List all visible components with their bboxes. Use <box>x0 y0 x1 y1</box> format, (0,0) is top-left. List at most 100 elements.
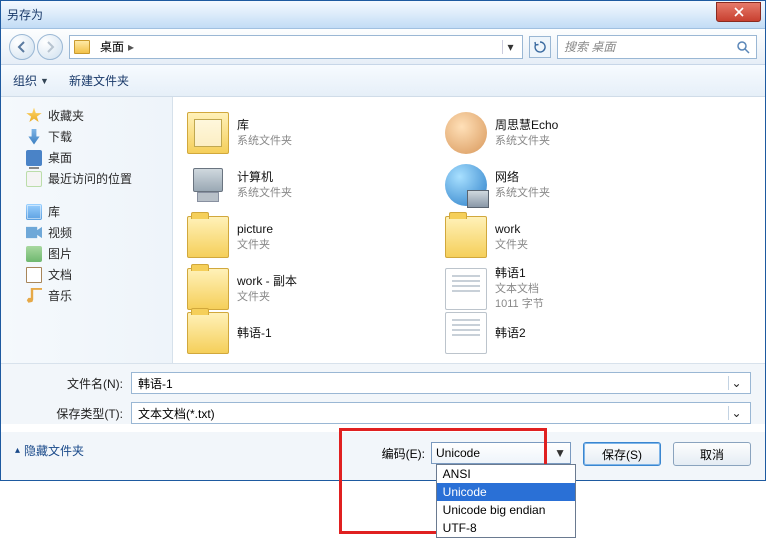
close-button[interactable] <box>716 2 761 22</box>
item-name: 周思慧Echo <box>495 117 558 134</box>
list-item[interactable]: 周思慧Echo系统文件夹 <box>439 107 697 159</box>
item-subtitle: 文本文档 <box>495 282 544 297</box>
refresh-button[interactable] <box>529 36 551 58</box>
encoding-option[interactable]: Unicode big endian <box>437 501 575 519</box>
sidebar-item-documents[interactable]: 文档 <box>5 264 168 285</box>
item-subtitle: 系统文件夹 <box>237 134 292 149</box>
chevron-down-icon: ▼ <box>554 446 566 460</box>
filetype-select[interactable]: 文本文档(*.txt)⌄ <box>131 402 751 424</box>
sidebar-item-videos[interactable]: 视频 <box>5 222 168 243</box>
organize-menu[interactable]: 组织▼ <box>13 72 49 89</box>
star-icon <box>26 108 42 124</box>
toolbar: 组织▼ 新建文件夹 <box>1 65 765 97</box>
chevron-down-icon <box>11 207 20 216</box>
computer-icon <box>187 164 229 206</box>
folder-icon <box>445 216 487 258</box>
search-icon <box>736 40 750 54</box>
title-bar: 另存为 <box>1 1 765 29</box>
filetype-label: 保存类型(T): <box>15 405 123 422</box>
music-icon <box>26 288 42 304</box>
sidebar-libraries[interactable]: 库 <box>5 201 168 222</box>
sidebar-favorites[interactable]: 收藏夹 <box>5 105 168 126</box>
network-icon <box>445 164 487 206</box>
encoding-dropdown-list: ANSIUnicodeUnicode big endianUTF-8 <box>436 464 576 538</box>
item-subtitle: 系统文件夹 <box>237 186 292 201</box>
chevron-down-icon[interactable]: ⌄ <box>728 406 744 420</box>
list-item[interactable]: 网络系统文件夹 <box>439 159 697 211</box>
sidebar-item-downloads[interactable]: 下载 <box>5 126 168 147</box>
item-name: 计算机 <box>237 169 292 186</box>
txt-icon <box>445 268 487 310</box>
lib-icon <box>187 112 229 154</box>
folder-icon <box>187 312 229 354</box>
item-name: 韩语2 <box>495 325 526 342</box>
desktop-icon <box>26 150 42 166</box>
sidebar-item-pictures[interactable]: 图片 <box>5 243 168 264</box>
encoding-select[interactable]: Unicode ▼ <box>431 442 571 464</box>
filename-input[interactable]: 韩语-1⌄ <box>131 372 751 394</box>
folder-icon <box>74 40 90 54</box>
encoding-label: 编码(E): <box>382 442 425 462</box>
item-name: 韩语-1 <box>237 325 272 342</box>
list-item[interactable]: work文件夹 <box>439 211 697 263</box>
item-name: 韩语1 <box>495 265 544 282</box>
chevron-down-icon[interactable]: ⌄ <box>728 376 744 390</box>
search-placeholder: 搜索 桌面 <box>564 38 736 55</box>
dialog-title: 另存为 <box>7 6 716 23</box>
nav-bar: 桌面 ▸ ▾ 搜索 桌面 <box>1 29 765 65</box>
document-icon <box>26 267 42 283</box>
txt-icon <box>445 312 487 354</box>
filename-label: 文件名(N): <box>15 375 123 392</box>
list-item[interactable]: 计算机系统文件夹 <box>181 159 439 211</box>
list-item[interactable]: 库系统文件夹 <box>181 107 439 159</box>
list-item[interactable]: 韩语1文本文档1011 字节 <box>439 263 697 315</box>
item-subtitle: 系统文件夹 <box>495 134 558 149</box>
download-icon <box>26 129 42 145</box>
item-subtitle: 文件夹 <box>237 290 297 305</box>
library-icon <box>26 204 42 220</box>
address-bar[interactable]: 桌面 ▸ ▾ <box>69 35 523 59</box>
list-item[interactable]: picture文件夹 <box>181 211 439 263</box>
item-subtitle: 文件夹 <box>495 238 528 253</box>
item-subtitle: 文件夹 <box>237 238 273 253</box>
encoding-option[interactable]: UTF-8 <box>437 519 575 537</box>
arrow-left-icon <box>16 41 28 53</box>
item-size: 1011 字节 <box>495 297 544 312</box>
new-folder-button[interactable]: 新建文件夹 <box>69 72 129 89</box>
folder-icon <box>187 268 229 310</box>
item-name: 网络 <box>495 169 550 186</box>
list-item[interactable]: 韩语2 <box>439 315 697 351</box>
forward-button[interactable] <box>37 34 63 60</box>
chevron-down-icon <box>11 111 20 120</box>
encoding-option[interactable]: Unicode <box>437 483 575 501</box>
item-name: work - 副本 <box>237 273 297 290</box>
user-icon <box>445 112 487 154</box>
sidebar: 收藏夹 下载 桌面 最近访问的位置 库 视频 图片 文档 音乐 <box>1 97 173 363</box>
save-button[interactable]: 保存(S) <box>583 442 661 466</box>
search-input[interactable]: 搜索 桌面 <box>557 35 757 59</box>
sidebar-item-recent[interactable]: 最近访问的位置 <box>5 168 168 189</box>
chevron-right-icon[interactable]: ▸ <box>128 40 134 54</box>
sidebar-item-desktop[interactable]: 桌面 <box>5 147 168 168</box>
chevron-up-icon: ▴ <box>15 445 20 456</box>
item-name: 库 <box>237 117 292 134</box>
item-name: work <box>495 221 528 238</box>
sidebar-item-music[interactable]: 音乐 <box>5 285 168 306</box>
address-dropdown[interactable]: ▾ <box>502 40 518 54</box>
back-button[interactable] <box>9 34 35 60</box>
list-item[interactable]: work - 副本文件夹 <box>181 263 439 315</box>
hide-folders-link[interactable]: ▴隐藏文件夹 <box>15 442 84 459</box>
item-subtitle: 系统文件夹 <box>495 186 550 201</box>
item-name: picture <box>237 221 273 238</box>
file-list[interactable]: 库系统文件夹周思慧Echo系统文件夹计算机系统文件夹网络系统文件夹picture… <box>173 97 765 363</box>
picture-icon <box>26 246 42 262</box>
cancel-button[interactable]: 取消 <box>673 442 751 466</box>
chevron-down-icon: ▼ <box>40 76 49 86</box>
arrow-right-icon <box>44 41 56 53</box>
folder-icon <box>187 216 229 258</box>
encoding-option[interactable]: ANSI <box>437 465 575 483</box>
recent-icon <box>26 171 42 187</box>
list-item[interactable]: 韩语-1 <box>181 315 439 351</box>
close-icon <box>734 7 744 17</box>
breadcrumb[interactable]: 桌面 <box>96 38 128 55</box>
